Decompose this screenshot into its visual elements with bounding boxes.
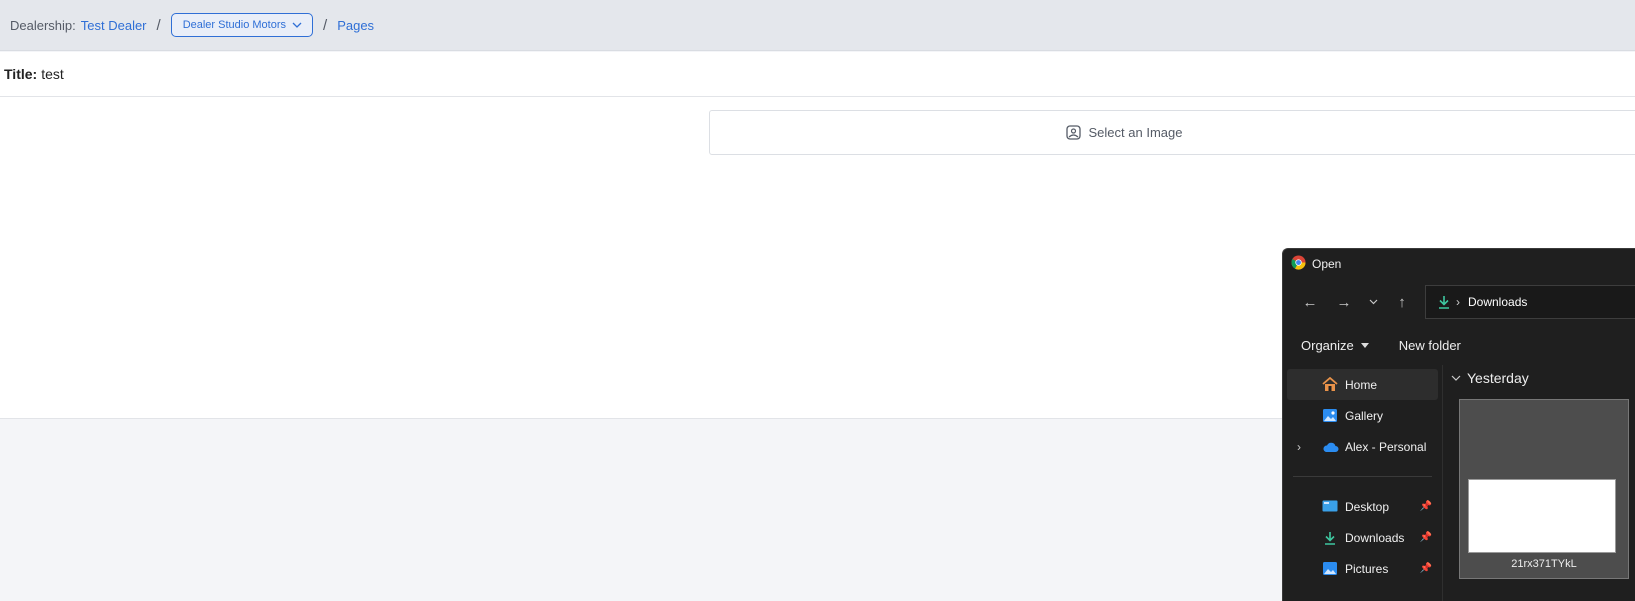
- file-name: 21rx371TYkL: [1511, 558, 1577, 570]
- download-icon: [1321, 530, 1339, 546]
- dialog-body: Home Gallery › Alex - Personal Desktop 📌…: [1283, 365, 1635, 601]
- group-header[interactable]: Yesterday: [1443, 365, 1635, 391]
- dialog-title: Open: [1312, 257, 1342, 271]
- select-image-button[interactable]: Select an Image: [709, 110, 1635, 155]
- pin-icon[interactable]: 📌: [1420, 532, 1432, 543]
- dialog-title-bar[interactable]: Open: [1283, 249, 1635, 279]
- select-image-label: Select an Image: [1088, 125, 1183, 140]
- back-arrow-icon[interactable]: ←: [1293, 287, 1327, 317]
- sidebar-divider: [1293, 476, 1432, 477]
- breadcrumb-bar: Dealership: Test Dealer / Dealer Studio …: [0, 0, 1635, 51]
- chevron-down-icon: [1451, 375, 1461, 381]
- sidebar-item-downloads[interactable]: Downloads 📌: [1287, 522, 1438, 553]
- dealer-select-dropdown[interactable]: Dealer Studio Motors: [170, 13, 314, 37]
- recent-locations-chevron-icon[interactable]: [1361, 287, 1385, 317]
- up-arrow-icon[interactable]: ↑: [1385, 287, 1419, 317]
- image-icon: [1065, 125, 1081, 140]
- sidebar-item-home[interactable]: Home: [1287, 369, 1438, 400]
- navigation-pane: Home Gallery › Alex - Personal Desktop 📌…: [1283, 365, 1443, 601]
- cloud-icon: [1321, 439, 1339, 455]
- sidebar-item-label: Desktop: [1345, 499, 1390, 514]
- file-item[interactable]: 21rx371TYkL: [1459, 399, 1629, 579]
- dealer-select-label: Dealer Studio Motors: [182, 19, 287, 31]
- title-label: Title:: [4, 66, 38, 82]
- new-folder-button[interactable]: New folder: [1399, 338, 1461, 353]
- sidebar-item-pictures[interactable]: Pictures 📌: [1287, 553, 1438, 584]
- file-list-pane: Yesterday 21rx371TYkL: [1443, 365, 1635, 601]
- title-row: Title: test: [0, 52, 1635, 97]
- chrome-icon: [1291, 255, 1306, 273]
- sidebar-item-label: Downloads: [1345, 530, 1405, 545]
- address-text: Downloads: [1468, 295, 1528, 309]
- group-label: Yesterday: [1467, 370, 1529, 386]
- forward-arrow-icon[interactable]: →: [1327, 287, 1361, 317]
- new-folder-label: New folder: [1398, 337, 1461, 353]
- sidebar-item-label: Gallery: [1345, 408, 1384, 423]
- address-chevron-icon: ›: [1456, 295, 1460, 309]
- breadcrumb-separator: /: [323, 16, 328, 34]
- sidebar-item-alex-personal[interactable]: › Alex - Personal: [1287, 431, 1438, 462]
- desktop-icon: [1321, 499, 1339, 515]
- address-bar[interactable]: › Downloads: [1425, 285, 1635, 319]
- caret-down-icon: [1360, 342, 1369, 348]
- home-icon: [1321, 377, 1339, 393]
- sidebar-item-label: Alex - Personal: [1345, 439, 1427, 454]
- sidebar-item-desktop[interactable]: Desktop 📌: [1287, 491, 1438, 522]
- gallery-icon: [1321, 408, 1339, 424]
- breadcrumb-separator: /: [156, 16, 161, 34]
- dialog-nav-bar: ← → ↑ › Downloads: [1283, 279, 1635, 325]
- chevron-right-icon[interactable]: ›: [1297, 440, 1301, 454]
- file-open-dialog: Open ← → ↑ › Downloads Organize New fold…: [1282, 248, 1635, 601]
- pin-icon[interactable]: 📌: [1420, 501, 1432, 512]
- pin-icon[interactable]: 📌: [1420, 563, 1432, 574]
- pages-link[interactable]: Pages: [337, 18, 374, 33]
- dialog-toolbar: Organize New folder: [1283, 325, 1635, 365]
- pictures-icon: [1321, 561, 1339, 577]
- organize-menu[interactable]: Organize: [1301, 338, 1369, 353]
- title-value: test: [41, 66, 64, 82]
- sidebar-item-label: Pictures: [1345, 561, 1389, 576]
- dealer-link[interactable]: Test Dealer: [81, 18, 147, 33]
- download-icon: [1439, 296, 1449, 309]
- sidebar-item-label: Home: [1345, 377, 1378, 392]
- sidebar-item-gallery[interactable]: Gallery: [1287, 400, 1438, 431]
- file-thumbnail: [1468, 479, 1616, 553]
- chevron-down-icon: [292, 22, 302, 28]
- organize-label: Organize: [1301, 337, 1354, 353]
- dealership-label: Dealership:: [10, 17, 76, 33]
